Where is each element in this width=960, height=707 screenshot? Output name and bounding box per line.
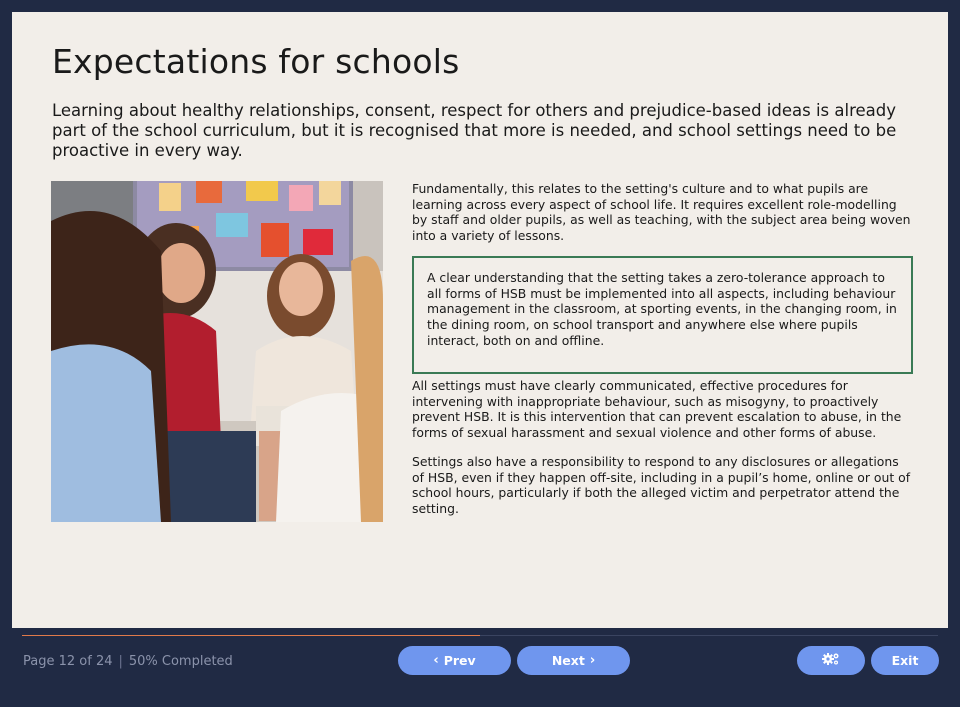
completion-text: 50% Completed (128, 654, 233, 669)
classroom-photo (51, 181, 383, 522)
chevron-right-icon: › (589, 653, 596, 668)
next-button[interactable]: Next › (517, 646, 630, 675)
settings-button[interactable] (797, 646, 865, 675)
zero-tolerance-callout: A clear understanding that the setting t… (412, 256, 913, 374)
paragraph-responsibility: Settings also have a responsibility to r… (412, 454, 911, 517)
page-status: Page 12 of 24 | 50% Completed (23, 654, 233, 669)
status-separator: | (118, 654, 123, 669)
exit-button[interactable]: Exit (871, 646, 939, 675)
slide-panel: Expectations for schools Learning about … (12, 12, 948, 628)
chevron-left-icon: ‹ (433, 653, 439, 668)
prev-label: Prev (443, 653, 476, 668)
exit-label: Exit (891, 653, 919, 668)
next-label: Next (551, 653, 585, 668)
page-counter: Page 12 of 24 (23, 654, 113, 669)
page-title: Expectations for schools (52, 42, 460, 81)
callout-text: A clear understanding that the setting t… (427, 270, 897, 348)
progress-bar (22, 635, 938, 636)
paragraph-culture: Fundamentally, this relates to the setti… (412, 181, 911, 244)
gears-icon (822, 652, 840, 669)
prev-button[interactable]: ‹ Prev (398, 646, 511, 675)
paragraph-procedures: All settings must have clearly communica… (412, 378, 902, 441)
progress-fill (22, 635, 480, 636)
intro-text: Learning about healthy relationships, co… (52, 101, 897, 160)
